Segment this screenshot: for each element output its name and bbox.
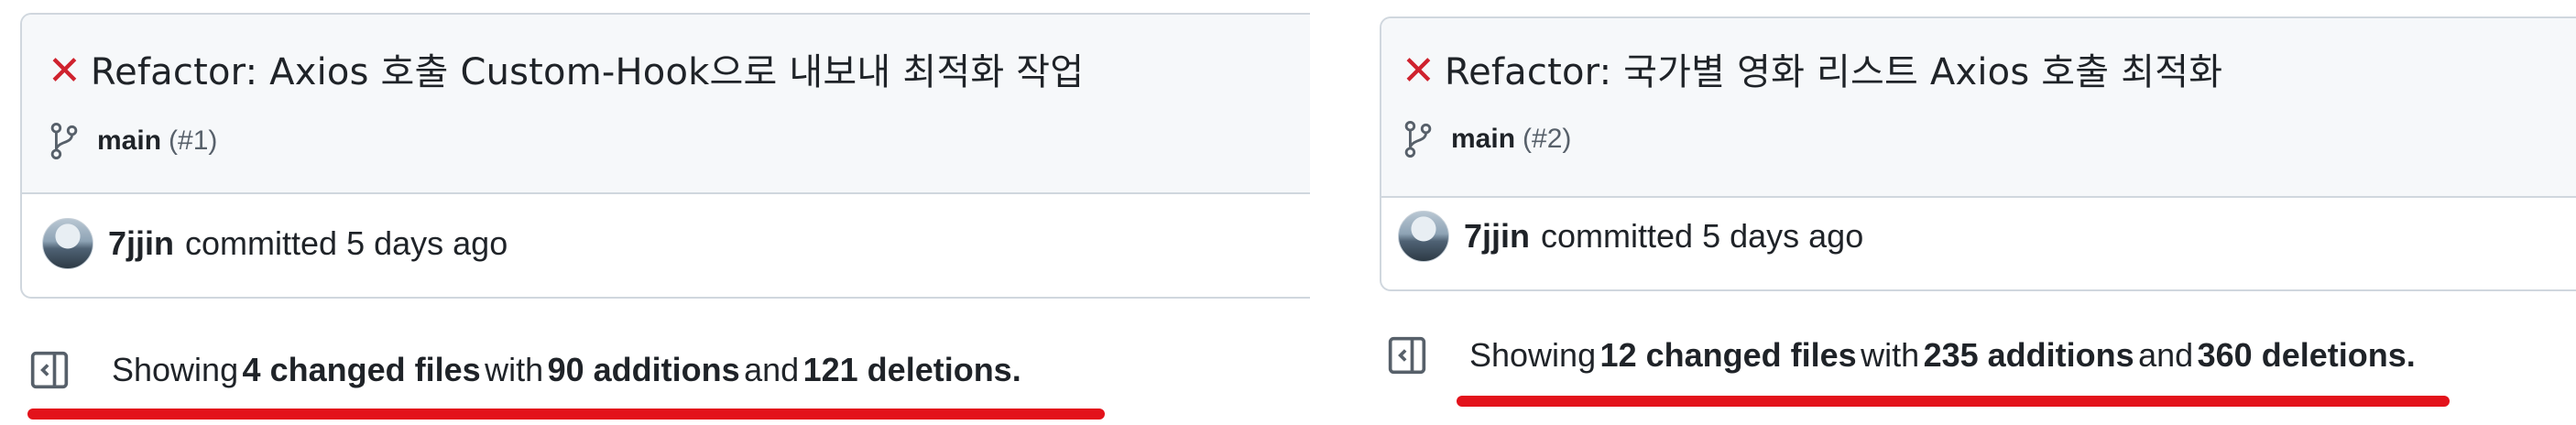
avatar[interactable] xyxy=(42,218,93,269)
close-icon: ✕ xyxy=(48,49,82,93)
commit-meta: committed 5 days ago xyxy=(1541,217,1864,255)
branch-name[interactable]: main xyxy=(1451,124,1515,155)
close-icon: ✕ xyxy=(1402,49,1435,93)
summary-with: with xyxy=(1861,336,1920,374)
summary-period: . xyxy=(1011,351,1021,388)
branch-name[interactable]: main xyxy=(97,125,161,157)
branch-row: main (#1) xyxy=(48,123,217,159)
commit-author-row: 7jjin committed 5 days ago xyxy=(1398,211,1863,262)
branch-row: main (#2) xyxy=(1402,121,1571,158)
commit-card: ✕ Refactor: Axios 호출 Custom-Hook으로 내보내 최… xyxy=(20,13,1310,299)
highlight-underline xyxy=(1457,396,2450,407)
commit-title[interactable]: Refactor: Axios 호출 Custom-Hook으로 내보내 최적화… xyxy=(91,42,1084,95)
commit-header: ✕ Refactor: Axios 호출 Custom-Hook으로 내보내 최… xyxy=(22,15,1310,194)
summary-additions: 235 additions xyxy=(1923,336,2134,374)
summary-and: and xyxy=(2138,336,2194,374)
summary-additions: 90 additions xyxy=(547,351,740,388)
summary-and: and xyxy=(744,351,800,388)
commit-card: ✕ Refactor: 국가별 영화 리스트 Axios 호출 최적화 main… xyxy=(1380,16,2576,291)
summary-deletions: 121 deletions xyxy=(802,351,1012,388)
pr-number[interactable]: (#2) xyxy=(1523,124,1571,155)
commit-panel-2: ✕ Refactor: 국가별 영화 리스트 Axios 호출 최적화 main… xyxy=(1310,0,2576,425)
sidebar-toggle-icon[interactable] xyxy=(1387,335,1427,376)
summary-period: . xyxy=(2406,336,2416,374)
summary-changed-files[interactable]: 4 changed files xyxy=(243,351,481,389)
diff-summary: Showing 4 changed files with 90 addition… xyxy=(29,350,1021,390)
diff-summary: Showing 12 changed files with 235 additi… xyxy=(1387,335,2416,376)
sidebar-toggle-icon[interactable] xyxy=(29,350,70,390)
commit-panel-1: ✕ Refactor: Axios 호출 Custom-Hook으로 내보내 최… xyxy=(0,0,1310,425)
summary-with: with xyxy=(485,351,544,388)
commit-title-row: ✕ Refactor: Axios 호출 Custom-Hook으로 내보내 최… xyxy=(48,42,1084,95)
author-name[interactable]: 7jjin xyxy=(108,224,174,263)
git-branch-icon xyxy=(50,123,78,159)
commit-title[interactable]: Refactor: 국가별 영화 리스트 Axios 호출 최적화 xyxy=(1445,42,2222,95)
git-branch-icon xyxy=(1404,121,1432,158)
commit-author-row: 7jjin committed 5 days ago xyxy=(42,218,508,269)
commit-header: ✕ Refactor: 국가별 영화 리스트 Axios 호출 최적화 main… xyxy=(1381,18,2576,198)
avatar[interactable] xyxy=(1398,211,1449,262)
summary-deletions: 360 deletions xyxy=(2197,336,2407,374)
summary-showing: Showing xyxy=(112,351,239,388)
commit-title-row: ✕ Refactor: 국가별 영화 리스트 Axios 호출 최적화 xyxy=(1402,42,2222,95)
commit-meta: committed 5 days ago xyxy=(185,224,508,262)
highlight-underline xyxy=(27,409,1105,420)
author-name[interactable]: 7jjin xyxy=(1464,217,1530,256)
summary-changed-files[interactable]: 12 changed files xyxy=(1600,336,1857,375)
pr-number[interactable]: (#1) xyxy=(169,125,217,157)
summary-showing: Showing xyxy=(1469,336,1597,374)
